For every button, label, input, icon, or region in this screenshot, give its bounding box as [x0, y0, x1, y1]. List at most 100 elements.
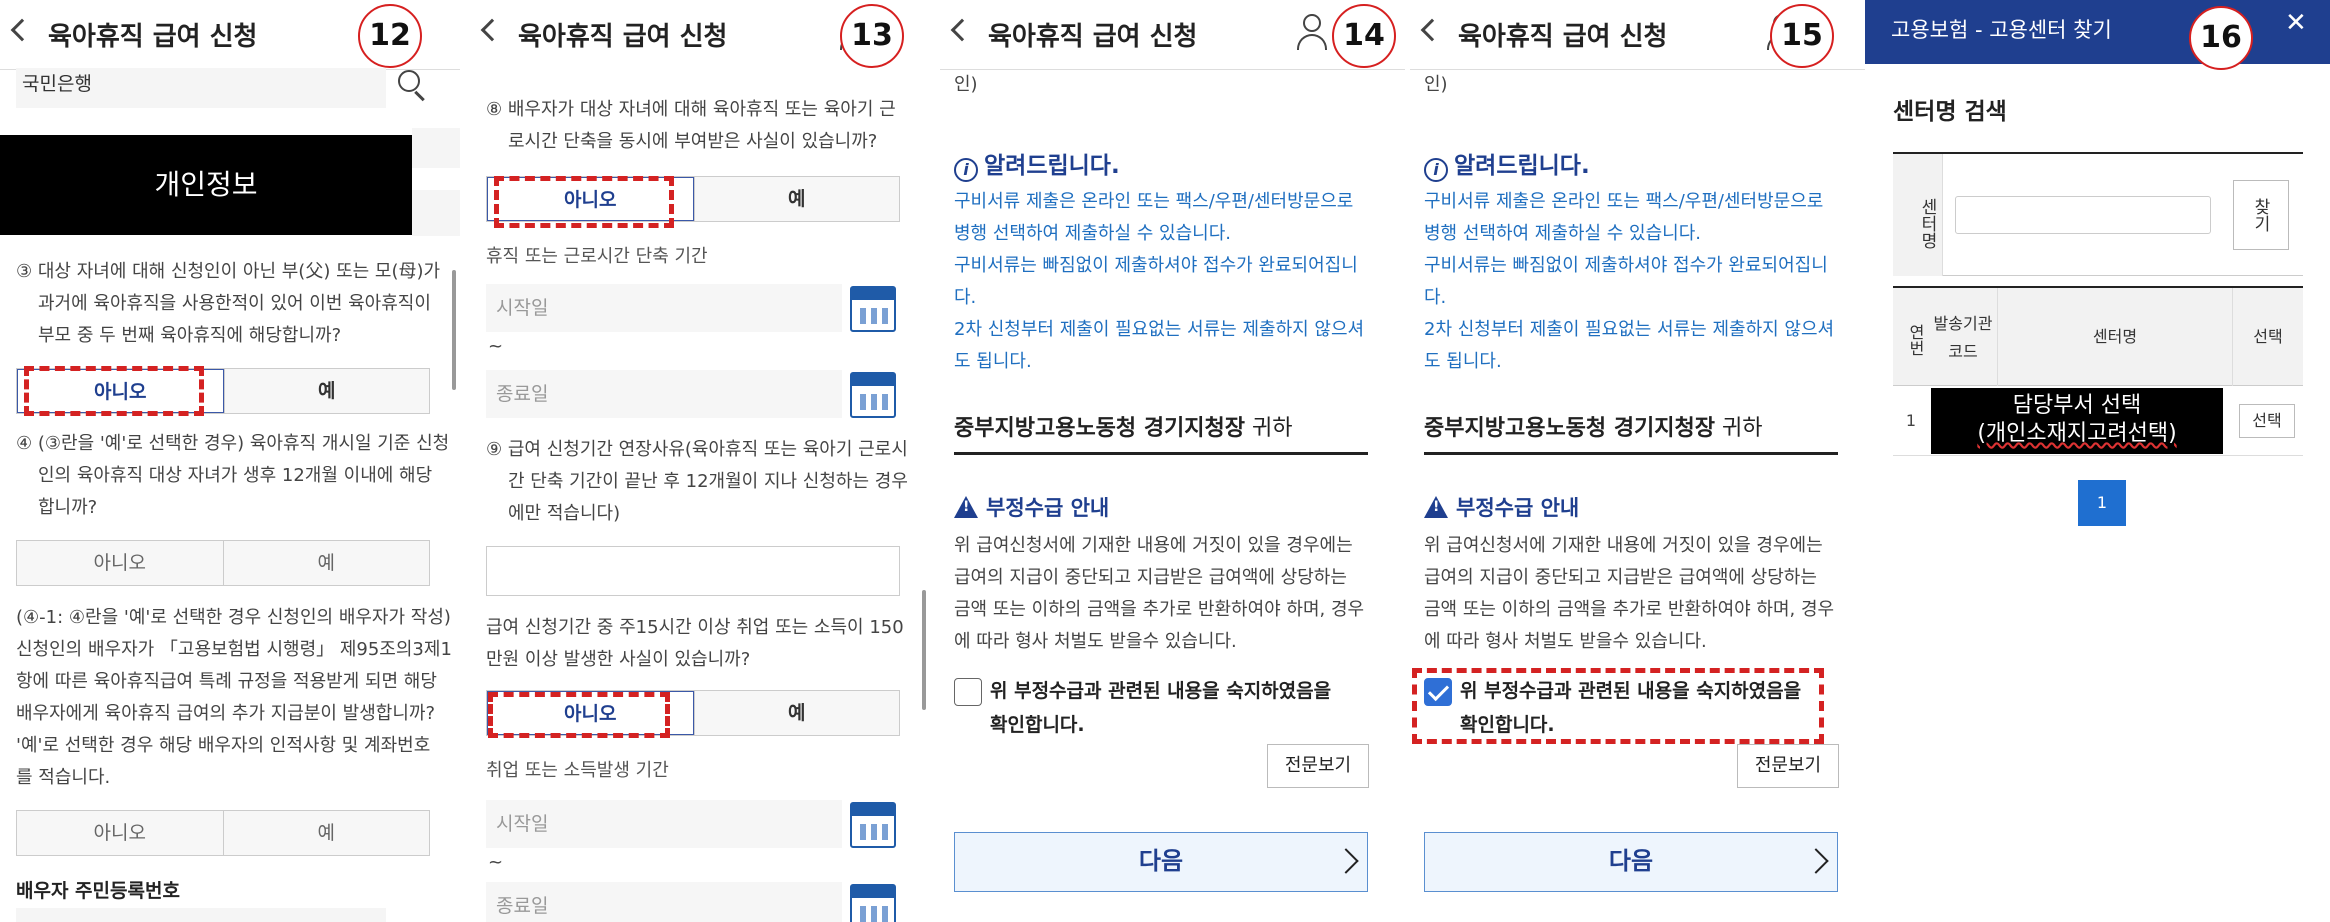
signature-line: 인): [1424, 70, 1448, 96]
back-icon[interactable]: [10, 18, 34, 42]
office-addressee: 중부지방고용노동청 경기지청장 귀하: [1424, 410, 1838, 455]
next-button[interactable]: 다음: [1424, 832, 1838, 892]
text-line: 배우자에게 육아휴직 급여의 추가 지급분이 발생합니까?: [16, 703, 436, 724]
redaction-block: 개인정보: [0, 135, 412, 235]
next-button[interactable]: 다음: [954, 832, 1368, 892]
table-header: 연번 발송기관코드 센터명 선택: [1893, 288, 2303, 386]
chevron-right-icon: [1803, 848, 1829, 874]
step-badge: 13: [840, 4, 904, 68]
text-line: 간 단축 기간이 끝난 후 12개월이 지나 신청하는 경우: [508, 471, 908, 492]
search-button[interactable]: 찾기: [2233, 180, 2289, 250]
page-title: 육아휴직 급여 신청: [1458, 22, 1668, 52]
close-icon[interactable]: ✕: [2285, 8, 2307, 38]
screen-12: 육아휴직 급여 신청 12 국민은행 개인정보 ③ 대상 자녀에 대해 신청인이…: [0, 0, 460, 922]
text-line: 항에 따른 육아휴직급여 특례 규정을 적용받게 되면 해당: [16, 671, 437, 692]
income-period-label: 취업 또는 소득발생 기간: [486, 760, 669, 781]
text-line: 구비서류 제출은 온라인 또는 팩스/우편/센터방문으로: [954, 191, 1354, 212]
page-button[interactable]: 1: [2078, 480, 2126, 526]
start-date-input[interactable]: 시작일: [486, 284, 842, 332]
screen-15: 육아휴직 급여 신청 15 인) i 알려드립니다. 구비서류 제출은 온라인 또…: [1410, 0, 1865, 922]
office-name: 중부지방고용노동청 경기지청장: [954, 416, 1246, 441]
col-code: 발송기관코드: [1933, 314, 1993, 361]
highlight-box: [24, 366, 204, 416]
center-search-input[interactable]: [1955, 196, 2211, 234]
text-line: 에 따라 형사 처벌도 받을수 있습니다.: [1424, 631, 1707, 652]
text-line: ④ (③란을 '예'로 선택한 경우) 육아휴직 개시일 기준 신청: [16, 433, 450, 454]
text-line: (개인소재지고려선택): [1977, 421, 2177, 446]
warning-text: 위 급여신청서에 기재한 내용에 거짓이 있을 경우에는 급여의 지급이 중단되…: [1424, 530, 1864, 658]
text-line: 급여의 지급이 중단되고 지급받은 급여액에 상당하는: [1424, 567, 1817, 588]
end-date-input[interactable]: 종료일: [486, 882, 842, 922]
text-line: 구비서류는 빠짐없이 제출하셔야 접수가 완료되어집니: [954, 255, 1358, 276]
yes-option[interactable]: 예: [223, 369, 429, 413]
spouse-rrn-label: 배우자 주민등록번호: [16, 880, 180, 902]
calendar-icon[interactable]: [850, 884, 896, 922]
office-addressee: 중부지방고용노동청 경기지청장 귀하: [954, 410, 1368, 455]
step-badge: 14: [1332, 4, 1396, 68]
search-section-title: 센터명 검색: [1893, 99, 2007, 125]
text-line: 병행 선택하여 제출하실 수 있습니다.: [1424, 223, 1702, 244]
q4-1-toggle: 아니오 예: [16, 810, 430, 856]
no-option[interactable]: 아니오: [17, 541, 223, 585]
page-title: 육아휴직 급여 신청: [988, 22, 1198, 52]
info-icon: i: [954, 158, 978, 182]
select-button[interactable]: 선택: [2239, 404, 2295, 438]
modal-title: 고용보험 - 고용센터 찾기: [1891, 18, 2112, 42]
agree-checkbox[interactable]: [954, 678, 982, 706]
end-date-input[interactable]: 종료일: [486, 370, 842, 418]
text-line: 담당부서 선택: [2012, 393, 2142, 418]
warning-heading: 부정수급 안내: [954, 492, 1109, 522]
signature-cut-text: 인): [1424, 74, 1448, 95]
full-view-button[interactable]: 전문보기: [1267, 744, 1369, 788]
calendar-icon[interactable]: [850, 372, 896, 418]
text-line: 위 부정수급과 관련된 내용을 숙지하였음을: [990, 680, 1332, 702]
start-date-input[interactable]: 시작일: [486, 800, 842, 848]
scrollbar[interactable]: [452, 270, 456, 390]
office-name: 중부지방고용노동청 경기지청장: [1424, 416, 1716, 441]
info-icon: i: [1424, 158, 1448, 182]
text-line: ③ 대상 자녀에 대해 신청인이 아닌 부(父) 또는 모(母)가: [16, 261, 441, 282]
yes-option[interactable]: 예: [222, 811, 429, 855]
question-9: ⑨ 급여 신청기간 연장사유(육아휴직 또는 육아기 근로시 간 단축 기간이 …: [486, 434, 926, 530]
warning-heading: 부정수급 안내: [1424, 492, 1579, 522]
back-icon[interactable]: [1420, 18, 1444, 42]
calendar-icon[interactable]: [850, 802, 896, 848]
spouse-rrn-input[interactable]: [16, 908, 386, 922]
user-icon[interactable]: [1295, 14, 1329, 54]
calendar-icon[interactable]: [850, 286, 896, 332]
search-icon[interactable]: [398, 70, 420, 92]
text-line: 에 따라 형사 처벌도 받을수 있습니다.: [954, 631, 1237, 652]
scrollbar[interactable]: [922, 590, 926, 710]
question-4-1: (④-1: ④란을 '예'로 선택한 경우 신청인의 배우자가 작성) 신청인의…: [16, 602, 456, 794]
question-4: ④ (③란을 '예'로 선택한 경우) 육아휴직 개시일 기준 신청 인의 육아…: [16, 428, 456, 524]
extension-reason-input[interactable]: [486, 546, 900, 596]
bank-input[interactable]: 국민은행: [16, 68, 386, 108]
full-view-button[interactable]: 전문보기: [1737, 744, 1839, 788]
text-line: 다.: [954, 287, 977, 308]
back-icon[interactable]: [950, 18, 974, 42]
no-option[interactable]: 아니오: [17, 811, 223, 855]
text-line: 로시간 단축을 동시에 부여받은 사실이 있습니까?: [508, 131, 878, 152]
back-icon[interactable]: [480, 18, 504, 42]
page-title: 육아휴직 급여 신청: [518, 22, 728, 52]
text-line: 급여 신청기간 중 주15시간 이상 취업 또는 소득이 150: [486, 617, 904, 638]
text-line: 과거에 육아휴직을 사용한적이 있어 이번 육아휴직이: [38, 293, 431, 314]
text-line: 2차 신청부터 제출이 필요없는 서류는 제출하지 않으셔: [954, 319, 1365, 340]
signature-cut-text: 인): [954, 74, 978, 95]
highlight-box: [1412, 668, 1824, 744]
screen-13: 육아휴직 급여 신청 13 ⑧ 배우자가 대상 자녀에 대해 육아휴직 또는 육…: [470, 0, 930, 922]
yes-option[interactable]: 예: [693, 691, 899, 735]
yes-option[interactable]: 예: [693, 177, 899, 221]
notice-text: 구비서류 제출은 온라인 또는 팩스/우편/센터방문으로 병행 선택하여 제출하…: [954, 186, 1394, 378]
table-row: 1 담당부서 선택 (개인소재지고려선택) 선택: [1893, 386, 2303, 456]
text-line: ⑧ 배우자가 대상 자녀에 대해 육아휴직 또는 육아기 근: [486, 99, 896, 120]
text-line: 구비서류 제출은 온라인 또는 팩스/우편/센터방문으로: [1424, 191, 1824, 212]
search-form: 센터명 찾기: [1893, 152, 2303, 276]
yes-option[interactable]: 예: [222, 541, 429, 585]
question-8: ⑧ 배우자가 대상 자녀에 대해 육아휴직 또는 육아기 근 로시간 단축을 동…: [486, 94, 926, 158]
warning-title: 부정수급 안내: [986, 496, 1110, 520]
question-3: ③ 대상 자녀에 대해 신청인이 아닌 부(父) 또는 모(母)가 과거에 육아…: [16, 256, 456, 352]
text-line: 에만 적습니다): [508, 503, 621, 524]
field-background: [412, 128, 460, 168]
range-separator: ~: [488, 336, 504, 357]
